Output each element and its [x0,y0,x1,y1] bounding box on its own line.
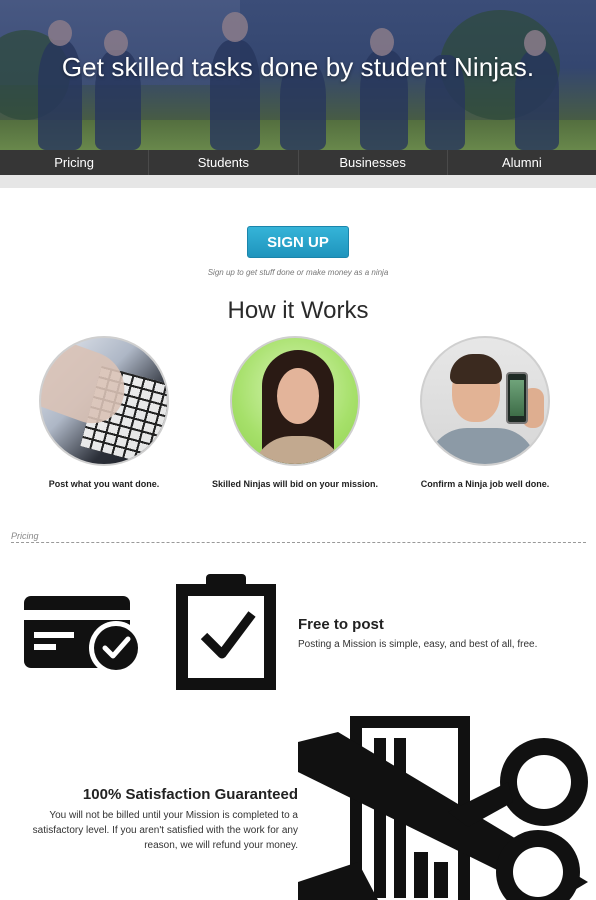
how-it-works-title: How it Works [227,297,369,324]
free-to-post-icons [0,560,300,700]
dashed-divider [11,542,586,543]
hero-title: Get skilled tasks done by student Ninjas… [61,52,535,82]
step-post: Post what you want done. [9,336,199,489]
nav-underbar [0,175,596,188]
nav-pricing[interactable]: Pricing [0,150,150,175]
sign-up-note: Sign up to get stuff done or make money … [207,268,389,277]
hero-student-head [222,12,248,42]
step-caption: Post what you want done. [48,479,160,489]
clipboard-check-icon [176,574,276,690]
step-caption: Skilled Ninjas will bid on your mission. [211,479,379,489]
free-to-post-title: Free to post [298,616,384,633]
hero-banner: Get skilled tasks done by student Ninjas… [0,0,596,150]
woman-face [277,368,319,424]
sign-up-button[interactable]: SIGN UP [247,226,349,258]
hero-student-head [48,20,72,46]
satisfaction-title: 100% Satisfaction Guaranteed [82,786,298,803]
man-shirt [427,428,537,464]
step-bid: Skilled Ninjas will bid on your mission. [200,336,390,489]
step-confirm: Confirm a Ninja job well done. [390,336,580,489]
satisfaction-description: You will not be billed until your Missio… [32,810,298,851]
woman-photo [230,336,360,466]
main-nav: Pricing Students Businesses Alumni [0,150,596,175]
man-photo [420,336,550,466]
pricing-section-label: Pricing [11,531,39,541]
scissors-cutting-card-icon [298,712,596,900]
man-hair [450,354,502,384]
keyboard-photo [39,336,169,466]
free-to-post-description: Posting a Mission is simple, easy, and b… [298,639,538,650]
step-caption: Confirm a Ninja job well done. [420,479,550,489]
phone-icon [506,372,528,424]
nav-students[interactable]: Students [149,150,299,175]
nav-businesses[interactable]: Businesses [299,150,448,175]
nav-alumni[interactable]: Alumni [448,150,596,175]
